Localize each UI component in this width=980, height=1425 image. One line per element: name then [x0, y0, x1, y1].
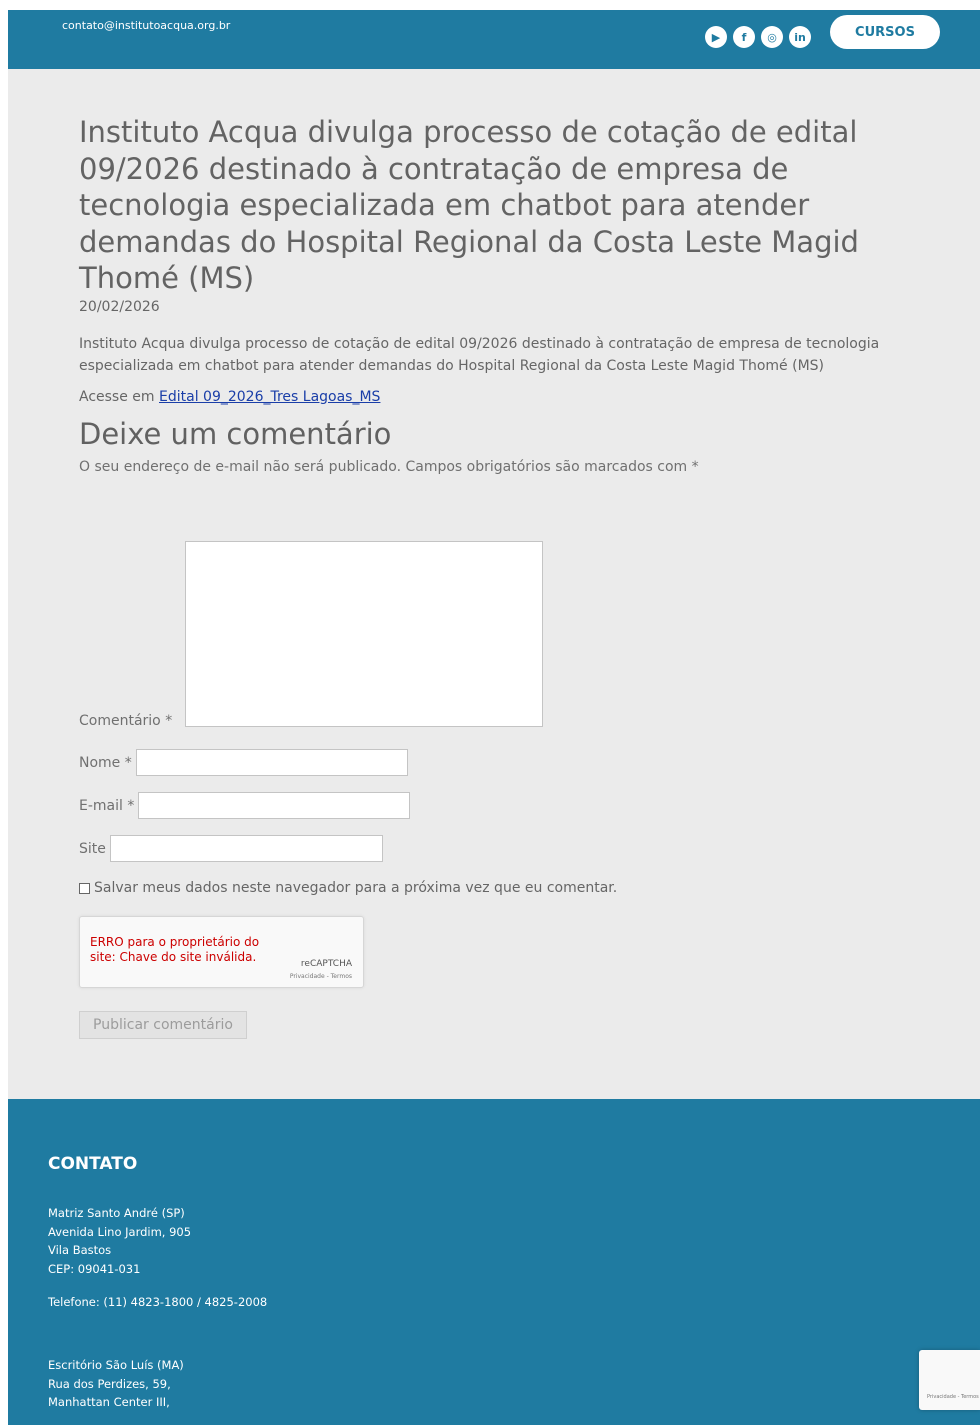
instagram-icon[interactable]: ◎ [761, 26, 783, 48]
site-label: Site [79, 840, 106, 857]
recaptcha-badge[interactable]: Privacidade - Termos [919, 1350, 980, 1410]
access-line: Acesse em Edital 09_2026_Tres Lagoas_MS [79, 389, 919, 405]
office-line: Manhattan Center III, [48, 1395, 170, 1409]
save-data-label[interactable]: Salvar meus dados neste navegador para a… [94, 880, 617, 896]
comment-heading: Deixe um comentário [79, 416, 392, 451]
linkedin-icon[interactable]: in [789, 26, 811, 48]
hq-address: Matriz Santo André (SP) Avenida Lino Jar… [48, 1204, 191, 1278]
cursos-button[interactable]: CURSOS [830, 15, 940, 49]
recaptcha-brand: reCAPTCHA [300, 959, 352, 969]
comment-notice: O seu endereço de e-mail não será public… [79, 458, 699, 475]
social-links: ▶ f ◎ in [705, 26, 811, 48]
name-label: Nome * [79, 754, 132, 771]
contact-email[interactable]: contato@institutoacqua.org.br [62, 19, 230, 32]
name-field-row: Nome * [79, 749, 408, 776]
comment-textarea[interactable] [185, 541, 543, 727]
page-frame: contato@institutoacqua.org.br ▶ f ◎ in C… [8, 10, 980, 1425]
email-field-row: E-mail * [79, 792, 411, 819]
office-address: Escritório São Luís (MA) Rua dos Perdize… [48, 1356, 184, 1412]
footer-heading: CONTATO [48, 1154, 138, 1174]
office-line: Rua dos Perdizes, 59, [48, 1376, 171, 1391]
footer: CONTATO Matriz Santo André (SP) Avenida … [8, 1099, 980, 1425]
post-excerpt: Instituto Acqua divulga processo de cota… [79, 335, 880, 374]
email-input[interactable] [138, 792, 411, 819]
save-data-row: Salvar meus dados neste navegador para a… [79, 880, 617, 896]
hq-line: Avenida Lino Jardim, 905 [48, 1224, 192, 1239]
post-content: Instituto Acqua divulga processo de cota… [79, 114, 919, 475]
footer-phone: Telefone: (11) 4823-1800 / 4825-2008 [48, 1295, 268, 1309]
site-input[interactable] [109, 835, 383, 862]
save-data-checkbox[interactable] [79, 882, 90, 894]
comment-label: Comentário * [79, 713, 173, 729]
top-bar: contato@institutoacqua.org.br ▶ f ◎ in C… [8, 10, 980, 69]
recaptcha-badge-terms: Privacidade - Termos [927, 1394, 979, 1400]
hq-line: Matriz Santo André (SP) [48, 1206, 185, 1220]
office-line: Escritório São Luís (MA) [48, 1358, 184, 1372]
publish-comment-button[interactable]: Publicar comentário [79, 1011, 247, 1039]
post-date: 20/02/2026 [79, 298, 160, 315]
recaptcha-error: ERRO para o proprietário do site: Chave … [90, 935, 260, 964]
post-title: Instituto Acqua divulga processo de cota… [79, 115, 859, 295]
hq-line: Vila Bastos [48, 1243, 112, 1257]
site-field-row: Site [79, 835, 383, 862]
email-label: E-mail * [79, 797, 135, 814]
facebook-icon[interactable]: f [733, 26, 755, 48]
name-input[interactable] [135, 749, 408, 776]
recaptcha-widget: ERRO para o proprietário do site: Chave … [79, 916, 364, 988]
recaptcha-terms[interactable]: Privacidade - Termos [290, 973, 352, 980]
edital-link[interactable]: Edital 09_2026_Tres Lagoas_MS [159, 389, 380, 405]
access-prefix: Acesse em [79, 388, 155, 405]
youtube-icon[interactable]: ▶ [705, 26, 727, 48]
hq-line: CEP: 09041-031 [48, 1261, 141, 1276]
